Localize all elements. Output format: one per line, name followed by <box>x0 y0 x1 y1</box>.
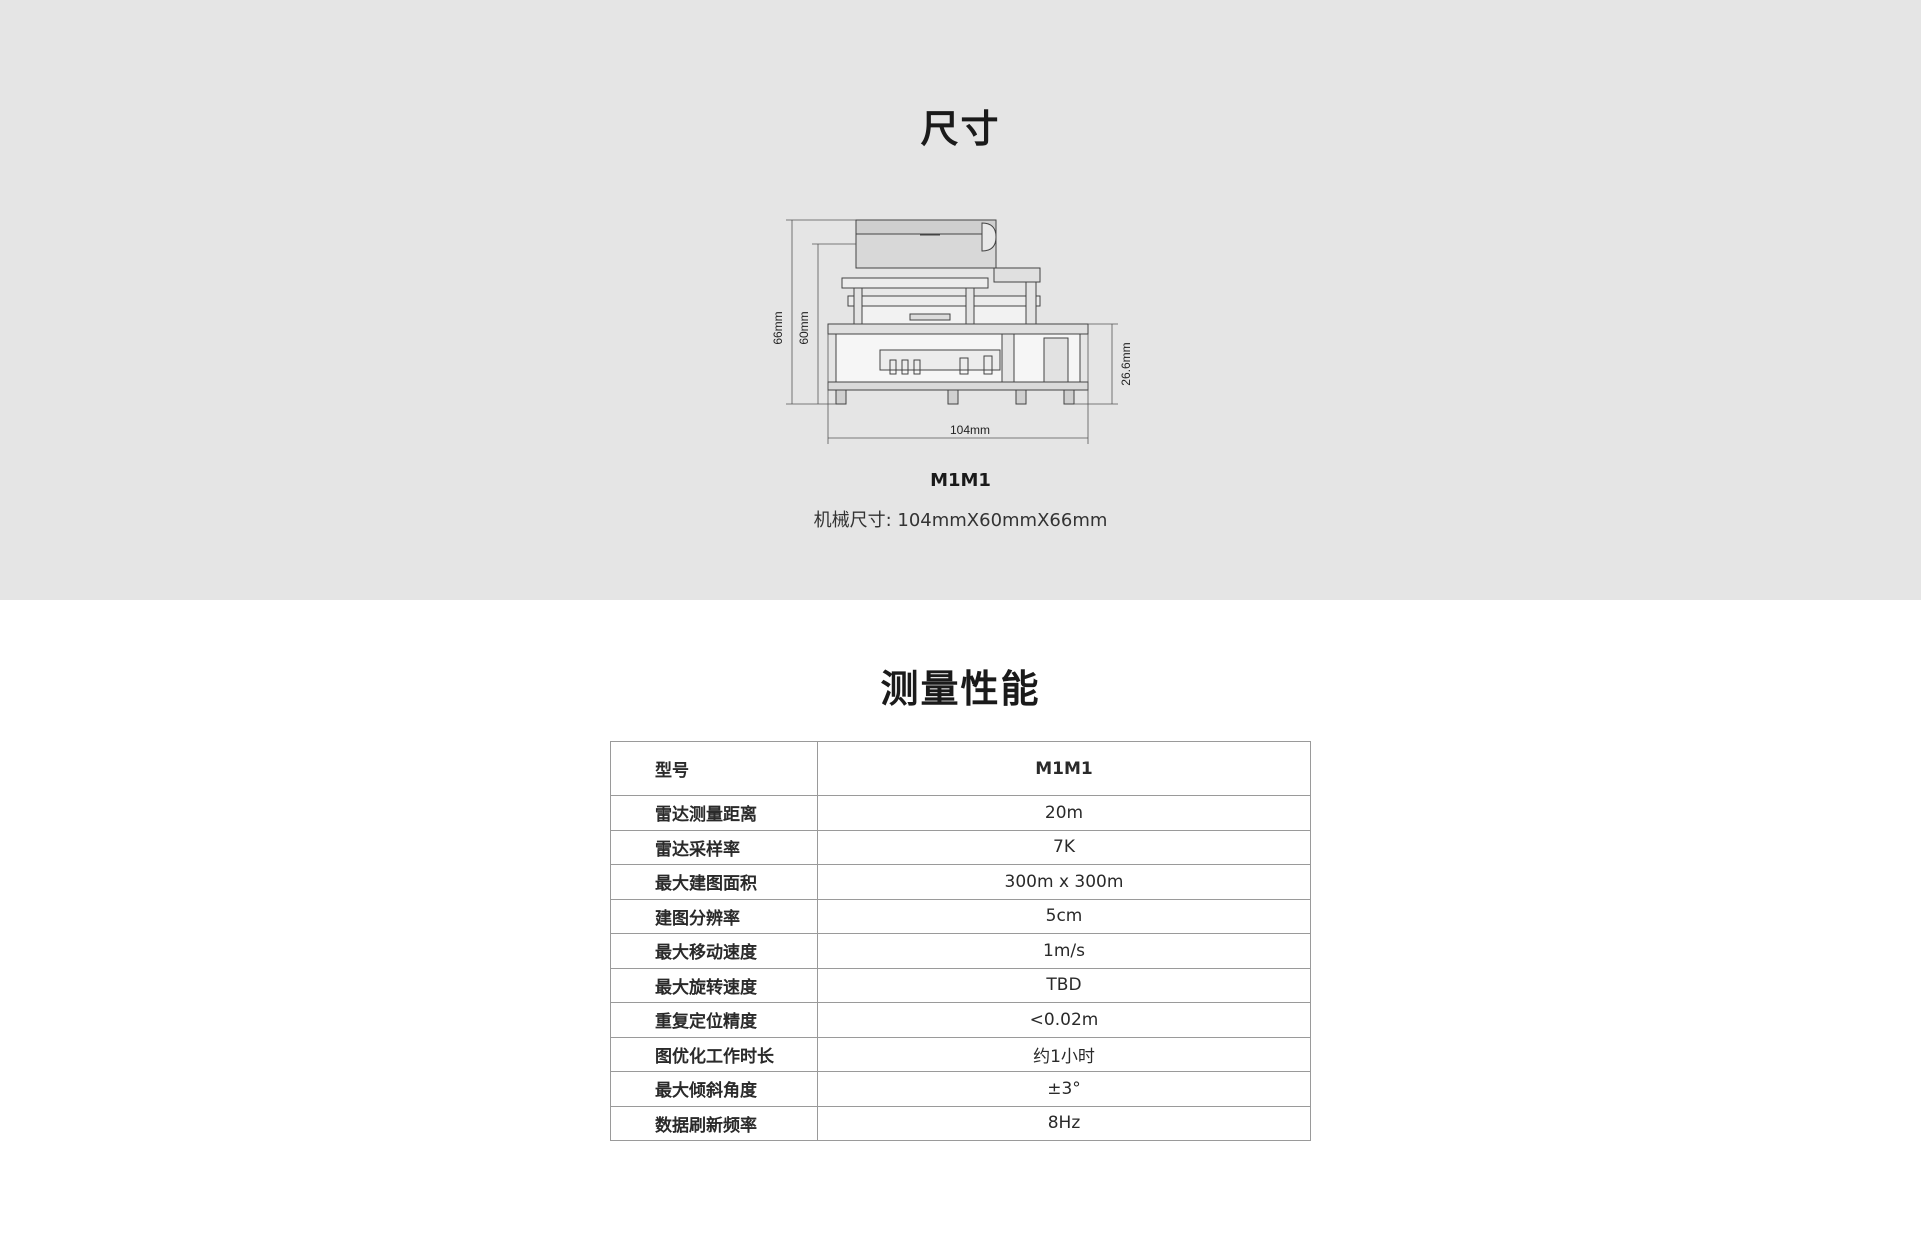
row-value: ±3° <box>817 1071 1311 1107</box>
row-label: 重复定位精度 <box>610 1002 818 1038</box>
table-row: 数据刷新频率 8Hz <box>610 1105 1311 1141</box>
row-label: 最大旋转速度 <box>610 967 818 1003</box>
row-label: 数据刷新频率 <box>610 1105 818 1141</box>
row-value: <0.02m <box>817 1002 1311 1038</box>
table-header-label: 型号 <box>610 741 818 796</box>
row-value: 300m x 300m <box>817 864 1311 900</box>
spec-table: 型号 M1M1 雷达测量距离 20m 雷达采样率 7K 最大建图面积 300m … <box>610 741 1311 1141</box>
height-body-label: 60mm <box>797 311 811 344</box>
table-row: 建图分辨率 5cm <box>610 898 1311 934</box>
table-row: 图优化工作时长 约1小时 <box>610 1036 1311 1072</box>
row-value: TBD <box>817 967 1311 1003</box>
upper-board <box>841 277 989 289</box>
row-value: 20m <box>817 795 1311 831</box>
table-row: 最大倾斜角度 ±3° <box>610 1071 1311 1107</box>
table-row: 雷达采样率 7K <box>610 829 1311 865</box>
row-label: 建图分辨率 <box>610 898 818 934</box>
technical-drawing: 66mm 60mm 26.6mm 104mm <box>770 210 1150 450</box>
height-base-label: 26.6mm <box>1119 342 1133 385</box>
row-value: 5cm <box>817 898 1311 934</box>
performance-title: 测量性能 <box>880 667 1041 711</box>
table-header-row: 型号 M1M1 <box>610 741 1311 796</box>
row-label: 雷达采样率 <box>610 829 818 865</box>
row-label: 雷达测量距离 <box>610 795 818 831</box>
table-row: 雷达测量距离 20m <box>610 795 1311 831</box>
table-row: 最大旋转速度 TBD <box>610 967 1311 1003</box>
dimensions-title: 尺寸 <box>920 107 1001 151</box>
table-header-value: M1M1 <box>817 741 1311 796</box>
row-value: 1m/s <box>817 933 1311 969</box>
table-row: 重复定位精度 <0.02m <box>610 1002 1311 1038</box>
main-board <box>827 323 1089 335</box>
row-value: 7K <box>817 829 1311 865</box>
width-label: 104mm <box>950 423 990 437</box>
row-value: 约1小时 <box>817 1036 1311 1072</box>
table-row: 最大建图面积 300m x 300m <box>610 864 1311 900</box>
dimension-drawing-svg: 66mm 60mm 26.6mm 104mm <box>771 219 1133 444</box>
model-name: M1M1 <box>930 470 991 491</box>
row-label: 最大倾斜角度 <box>610 1071 818 1107</box>
row-value: 8Hz <box>817 1105 1311 1141</box>
row-label: 最大移动速度 <box>610 933 818 969</box>
table-row: 最大移动速度 1m/s <box>610 933 1311 969</box>
model-dimensions: 机械尺寸: 104mmX60mmX66mm <box>813 510 1108 531</box>
dimensions-section: 尺寸 66mm 60mm 26.6mm 104mm M1M1 机械尺寸: 104… <box>0 0 1921 600</box>
bottom-plate <box>827 381 1089 391</box>
row-label: 图优化工作时长 <box>610 1036 818 1072</box>
height-total-label: 66mm <box>771 311 785 344</box>
row-label: 最大建图面积 <box>610 864 818 900</box>
